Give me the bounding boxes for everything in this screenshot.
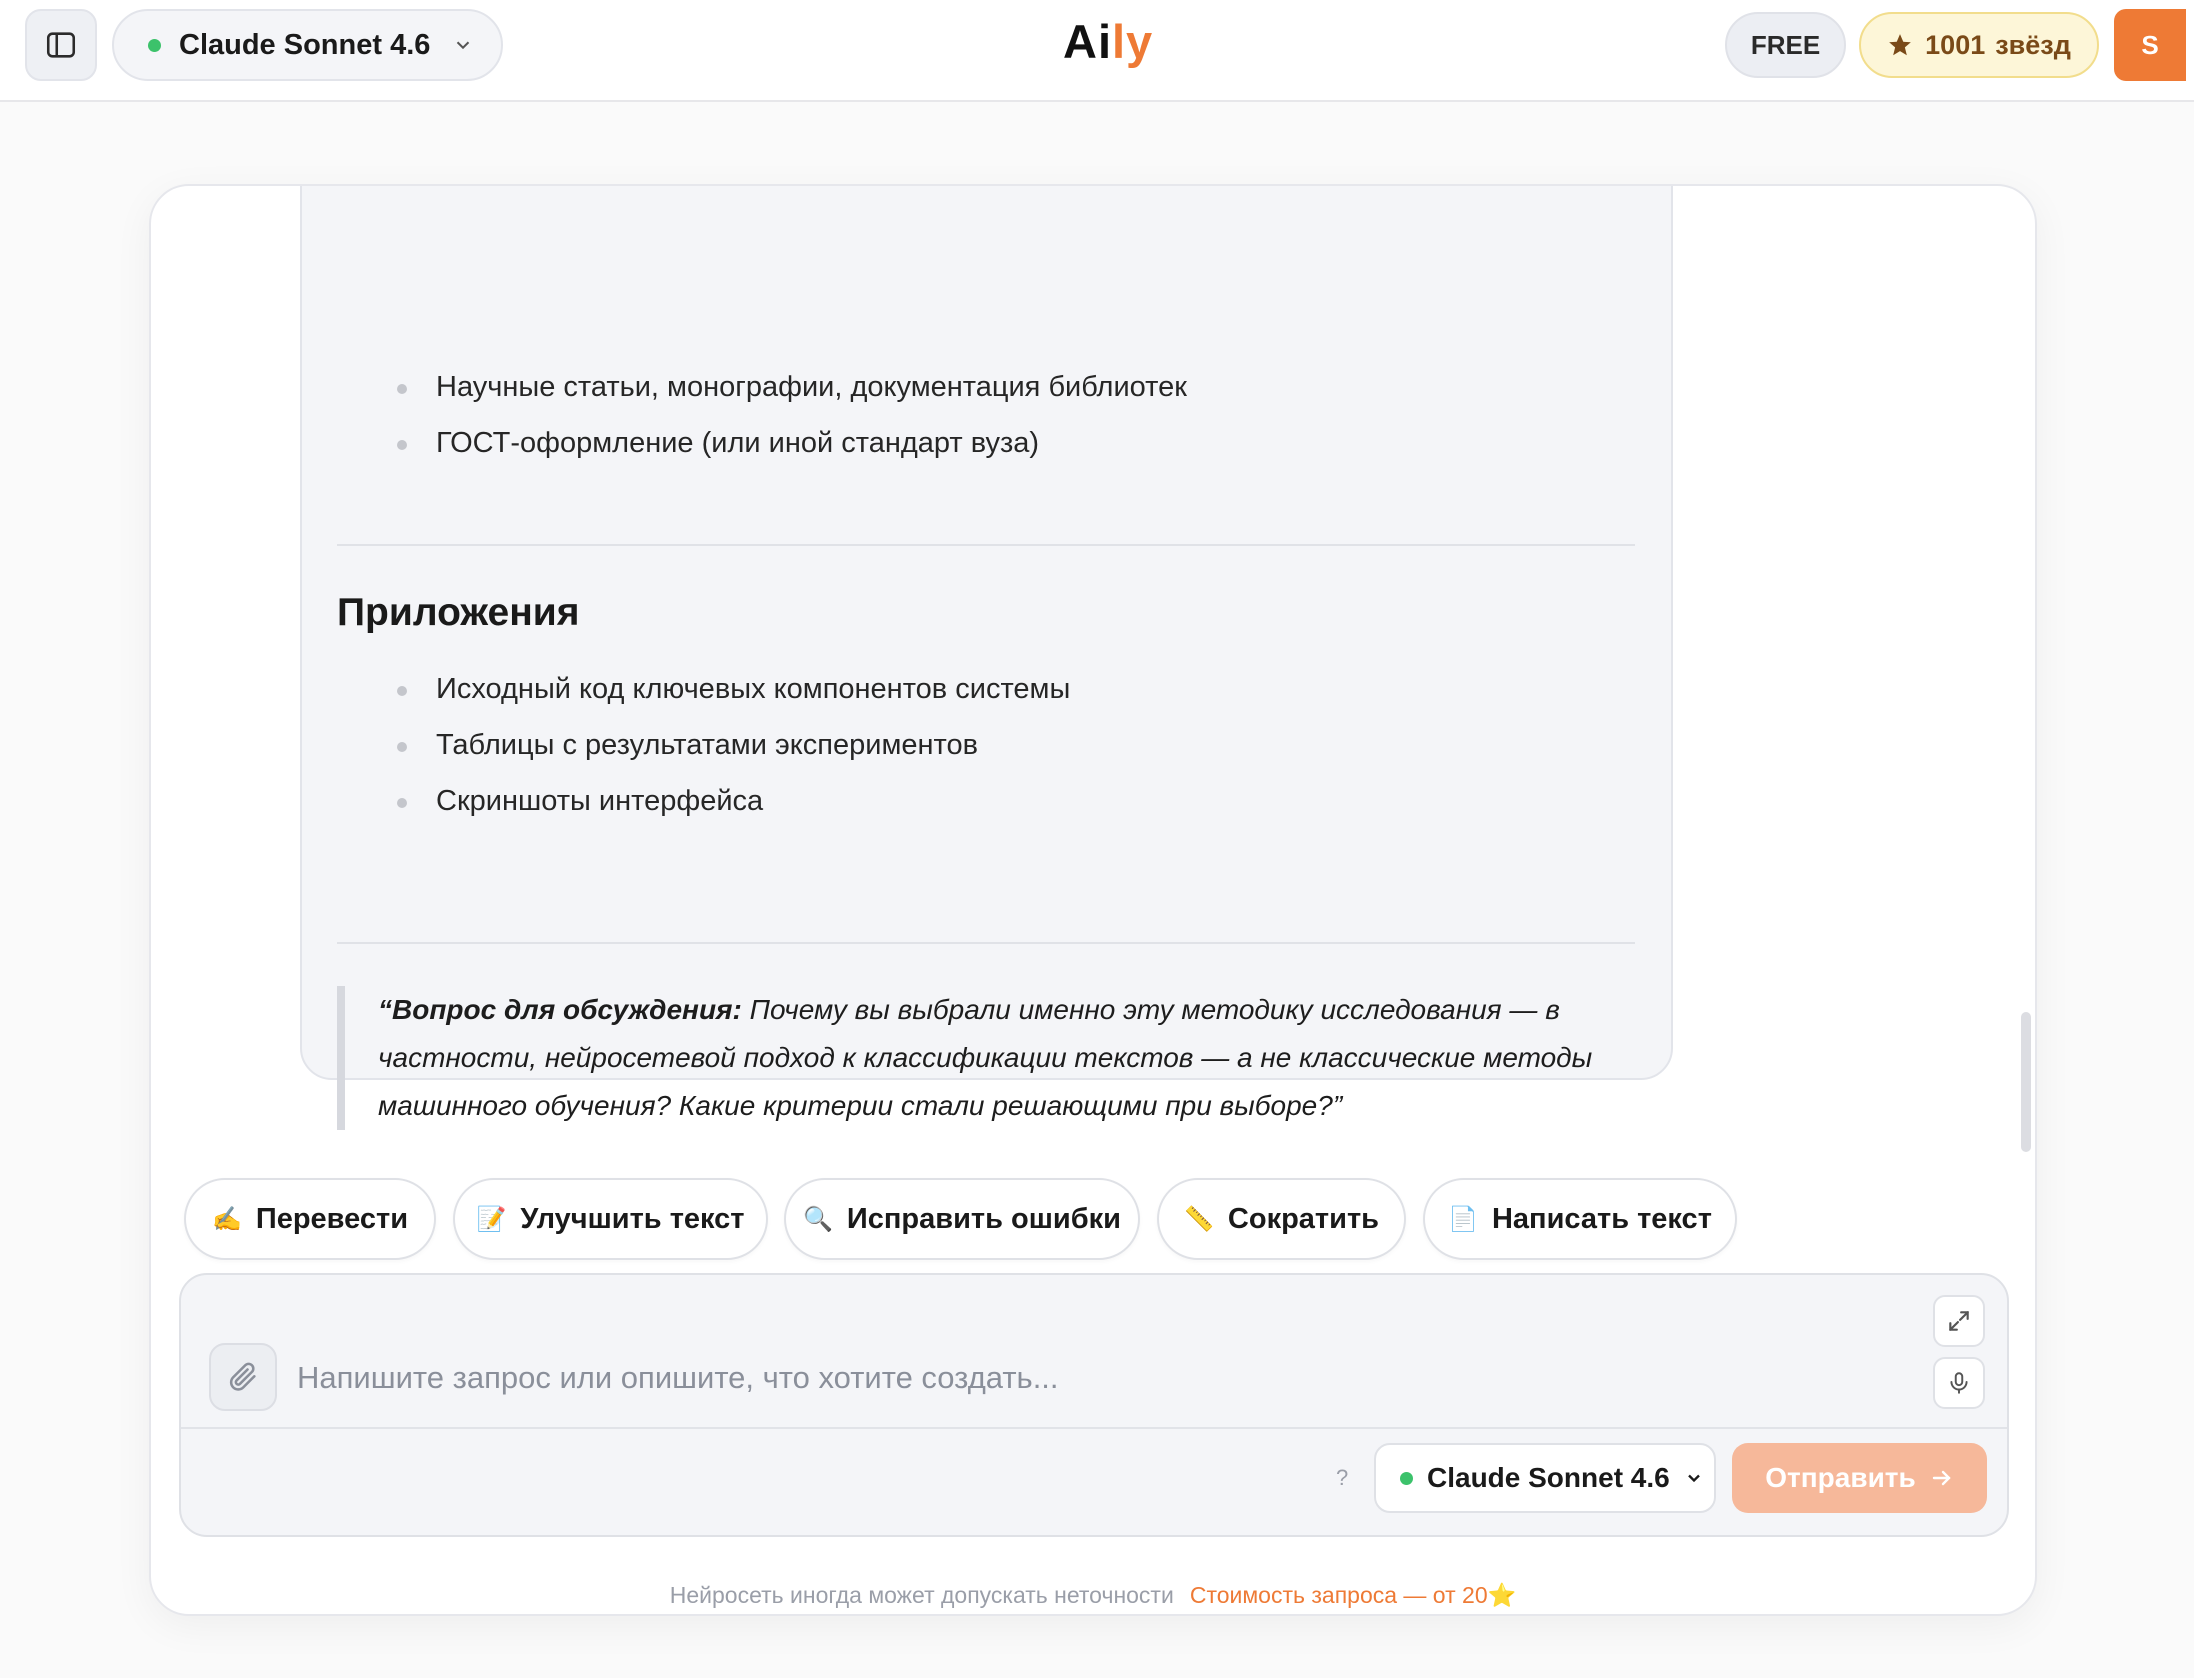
app-logo[interactable]: Ai ly bbox=[1063, 10, 1153, 72]
stars-count: 1001 bbox=[1925, 29, 1986, 60]
model-status-dot bbox=[1400, 1471, 1413, 1485]
list-item: Исходный код ключевых компонентов систем… bbox=[396, 669, 1070, 709]
top-bar: Claude Sonnet 4.6 Ai ly FREE 1001 звёзд S bbox=[0, 0, 2194, 102]
document-icon: 📄 bbox=[1448, 1205, 1478, 1233]
star-icon bbox=[1889, 34, 1911, 56]
plan-badge[interactable]: FREE bbox=[1725, 12, 1846, 78]
scrollbar[interactable] bbox=[2021, 1012, 2031, 1152]
list-item: Скриншоты интерфейса bbox=[396, 781, 763, 821]
quick-action-shorten[interactable]: 📏 Сократить bbox=[1157, 1178, 1406, 1260]
chip-label: Перевести bbox=[255, 1202, 409, 1235]
divider bbox=[337, 942, 1635, 944]
model-status-dot bbox=[148, 38, 161, 52]
stars-balance-button[interactable]: 1001 звёзд bbox=[1859, 12, 2099, 78]
prompt-input[interactable] bbox=[297, 1355, 1817, 1401]
quick-action-improve-text[interactable]: 📝 Улучшить текст bbox=[453, 1178, 768, 1260]
send-label: Отправить bbox=[1765, 1462, 1916, 1493]
model-name: Claude Sonnet 4.6 bbox=[1427, 1462, 1670, 1493]
model-selector-top[interactable]: Claude Sonnet 4.6 bbox=[112, 9, 503, 81]
chip-label: Сократить bbox=[1227, 1202, 1379, 1235]
chip-label: Улучшить текст bbox=[520, 1202, 745, 1235]
model-name: Claude Sonnet 4.6 bbox=[179, 28, 431, 61]
sidebar-toggle-button[interactable] bbox=[25, 9, 97, 81]
divider bbox=[337, 544, 1635, 546]
microphone-button[interactable] bbox=[1933, 1357, 1985, 1409]
disclaimer-text: Нейросеть иногда может допускать неточно… bbox=[669, 1582, 1174, 1608]
chat-panel: Научные статьи, монографии, документация… bbox=[149, 184, 2037, 1616]
chip-label: Написать текст bbox=[1491, 1202, 1712, 1235]
writing-hand-icon: ✍️ bbox=[211, 1205, 242, 1233]
assistant-message: Научные статьи, монографии, документация… bbox=[300, 186, 1673, 1130]
logo-text-accent: ly bbox=[1112, 14, 1154, 68]
section-heading: Приложения bbox=[337, 591, 580, 634]
logo-text-primary: Ai bbox=[1063, 14, 1112, 68]
chevron-down-icon bbox=[457, 41, 470, 50]
message-composer: ? Claude Sonnet 4.6 Отправить bbox=[179, 1273, 2009, 1537]
quick-action-write-text[interactable]: 📄 Написать текст bbox=[1423, 1178, 1737, 1260]
chevron-down-icon bbox=[1687, 1474, 1700, 1483]
arrow-right-icon bbox=[1932, 1470, 1951, 1486]
chip-label: Исправить ошибки bbox=[846, 1202, 1121, 1235]
avatar[interactable]: S bbox=[2114, 9, 2186, 81]
quick-action-translate[interactable]: ✍️ Перевести bbox=[184, 1178, 436, 1260]
list-item: ГОСТ-оформление (или иной стандарт вуза) bbox=[396, 423, 1039, 463]
paperclip-icon bbox=[229, 1362, 256, 1391]
request-cost-link[interactable]: Стоимость запроса — от 20⭐ bbox=[1190, 1582, 1516, 1608]
sidebar-toggle-icon bbox=[46, 32, 76, 58]
discussion-quote: “Вопрос для обсуждения: Почему вы выбрал… bbox=[337, 986, 1635, 1130]
send-button[interactable]: Отправить bbox=[1732, 1443, 1987, 1513]
help-icon[interactable]: ? bbox=[1336, 1465, 1348, 1491]
quick-action-fix-errors[interactable]: 🔍 Исправить ошибки bbox=[784, 1178, 1140, 1260]
model-selector-composer[interactable]: Claude Sonnet 4.6 bbox=[1374, 1443, 1716, 1513]
stars-label: звёзд bbox=[1995, 29, 2071, 60]
quote-label: “Вопрос для обсуждения: bbox=[378, 994, 742, 1025]
memo-icon: 📝 bbox=[476, 1205, 507, 1233]
list-item: Научные статьи, монографии, документация… bbox=[397, 367, 1187, 407]
attach-button[interactable] bbox=[209, 1343, 277, 1411]
microphone-icon bbox=[1950, 1372, 1968, 1394]
ruler-icon: 📏 bbox=[1184, 1205, 1214, 1233]
expand-icon bbox=[1949, 1311, 1969, 1331]
divider bbox=[181, 1427, 2007, 1429]
footer-disclaimer: Нейросеть иногда может допускать неточно… bbox=[151, 1582, 2035, 1609]
magnifier-icon: 🔍 bbox=[803, 1205, 833, 1233]
list-item: Таблицы с результатами экспериментов bbox=[396, 725, 978, 765]
expand-button[interactable] bbox=[1933, 1295, 1985, 1347]
